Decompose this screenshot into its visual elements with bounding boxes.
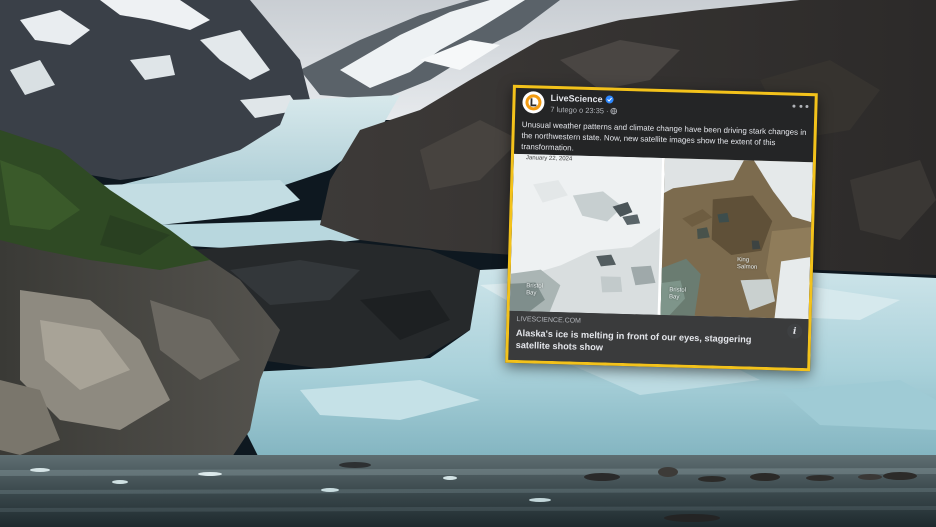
globe-icon <box>610 107 618 115</box>
livescience-logo-icon[interactable] <box>522 91 545 114</box>
map-label-bristol-bay-left: Bristol Bay <box>526 283 544 297</box>
image-date-caption: January 22, 2024 <box>525 155 573 163</box>
link-title[interactable]: Alaska's ice is melting in front of our … <box>516 328 772 358</box>
map-label-king-salmon: King Salmon <box>736 257 758 271</box>
post-meta: 7 lutego o 23:35 · <box>550 104 618 117</box>
meta-separator: · <box>605 106 609 116</box>
satellite-comparison-image[interactable] <box>509 153 813 320</box>
verified-badge-icon <box>605 94 614 104</box>
post-timestamp[interactable]: 7 lutego o 23:35 <box>550 105 604 115</box>
post-text: Unusual weather patterns and climate cha… <box>521 120 807 153</box>
link-preview[interactable]: LIVESCIENCE.COM Alaska's ice is melting … <box>508 310 809 372</box>
link-domain: LIVESCIENCE.COM <box>516 315 582 325</box>
facebook-post-card: LiveScience 7 lutego o 23:35 · Unusual w… <box>505 84 818 372</box>
more-options-icon[interactable] <box>792 101 809 111</box>
author-name[interactable]: LiveScience <box>550 92 602 103</box>
map-label-bristol-bay-right: Bristol Bay <box>668 287 687 301</box>
